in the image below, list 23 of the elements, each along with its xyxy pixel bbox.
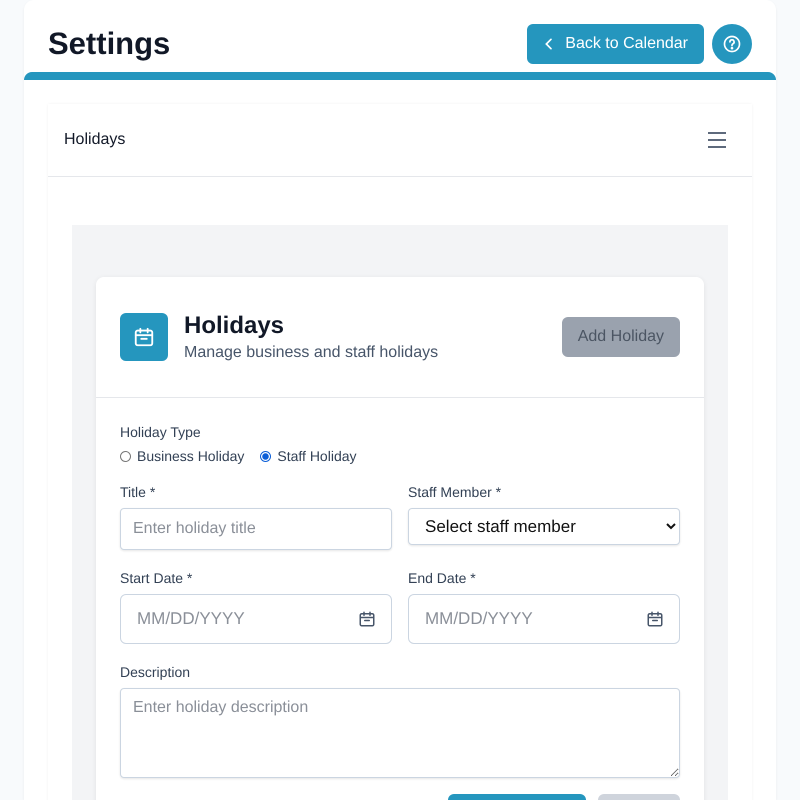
menu-icon[interactable] [706, 129, 728, 151]
card-title: Holidays [184, 312, 286, 340]
field-label: End Date * [408, 569, 477, 588]
field-label: Start Date * [120, 569, 194, 588]
page-title: Settings [48, 26, 170, 62]
calendar-icon[interactable] [358, 610, 376, 628]
radio-option[interactable]: Business Holiday [120, 448, 244, 464]
staff-select[interactable]: Select staff member [408, 508, 680, 545]
title-input[interactable]: Enter holiday title [120, 508, 392, 550]
field-label: Staff Member * [408, 483, 502, 502]
help-icon [722, 34, 742, 54]
calendar-icon [120, 313, 168, 361]
section-title: Holidays [64, 131, 126, 149]
description-textarea[interactable]: Enter holiday description [120, 688, 680, 778]
field-label: Holiday Type [120, 423, 202, 442]
field-label: Description [120, 663, 192, 682]
date-input[interactable]: MM/DD/YYYY [120, 594, 392, 644]
date-input[interactable]: MM/DD/YYYY [408, 594, 680, 644]
card-subtitle: Manage business and staff holidays [184, 344, 440, 362]
help-button[interactable] [712, 24, 752, 64]
calendar-icon[interactable] [646, 610, 664, 628]
field-label: Title * [120, 483, 156, 502]
radio-option[interactable]: Staff Holiday [260, 448, 357, 464]
